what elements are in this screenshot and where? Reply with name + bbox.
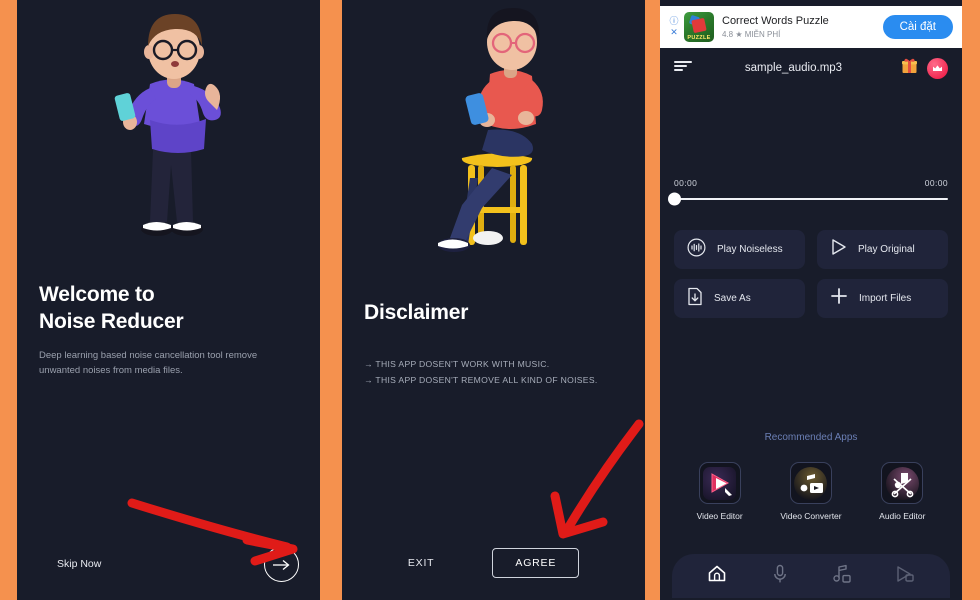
video-icon — [895, 565, 915, 588]
import-files-button[interactable]: Import Files — [817, 279, 948, 318]
player-panel: ⓘ ✕ PUZZLE Correct Words Puzzle 4.8 ★ MI… — [660, 0, 962, 600]
disclaimer-panel: Disclaimer → THIS APP DOSEN'T WORK WITH … — [342, 0, 645, 600]
ad-rating: 4.8 — [722, 30, 734, 40]
nav-item-record[interactable] — [760, 561, 800, 591]
welcome-illustration — [17, 0, 320, 275]
app-label: Video Editor — [696, 511, 743, 521]
next-circle-button[interactable] — [264, 547, 299, 582]
audio-file-name: sample_audio.mp3 — [744, 62, 843, 74]
music-note-icon — [832, 564, 852, 589]
ad-text-block: Correct Words Puzzle 4.8 ★ MIỄN PHÍ — [722, 15, 883, 39]
screenshot-stage: Welcome to Noise Reducer Deep learning b… — [0, 0, 980, 600]
gift-icon[interactable] — [901, 57, 918, 79]
page-title: Disclaimer — [364, 301, 469, 324]
disclaimer-line: → THIS APP DOSEN'T REMOVE ALL KIND OF NO… — [364, 374, 598, 385]
bottom-navigation-bar — [672, 554, 950, 598]
welcome-subtitle: Deep learning based noise cancellation t… — [39, 349, 258, 376]
recommended-app-video-converter[interactable]: Video Converter — [772, 462, 850, 521]
audio-editor-app-icon — [885, 466, 919, 500]
file-download-icon — [687, 287, 703, 311]
agree-button[interactable]: AGREE — [492, 548, 580, 578]
microphone-icon — [772, 564, 788, 589]
play-original-button[interactable]: Play Original — [817, 230, 948, 269]
arrow-to-agree-button — [550, 419, 644, 539]
skip-now-button[interactable]: Skip Now — [57, 558, 101, 570]
exit-button[interactable]: EXIT — [408, 557, 435, 569]
play-triangle-icon — [830, 238, 847, 261]
onboarding-welcome-panel: Welcome to Noise Reducer Deep learning b… — [17, 0, 320, 600]
nav-item-music[interactable] — [822, 561, 862, 591]
action-label: Play Noiseless — [717, 244, 783, 255]
page-title: Welcome to Noise Reducer — [39, 282, 298, 336]
recommended-app-audio-editor[interactable]: Audio Editor — [863, 462, 941, 521]
welcome-heading-block: Welcome to Noise Reducer Deep learning b… — [39, 282, 298, 378]
app-tile — [698, 462, 741, 504]
current-time: 00:00 — [674, 178, 698, 188]
recommended-apps-heading: Recommended Apps — [764, 432, 858, 443]
app-tile — [789, 462, 832, 504]
disclaimer-illustration — [342, 0, 645, 275]
header-icons — [901, 57, 948, 79]
close-icon[interactable]: ✕ — [670, 28, 678, 37]
ad-icon-text: PUZZLE — [687, 35, 711, 41]
seek-bar-section: 00:00 00:00 — [668, 178, 948, 206]
player-action-grid: Play Noiseless Play Original Save As Imp… — [674, 230, 948, 318]
action-label: Import Files — [859, 293, 912, 304]
info-icon[interactable]: ⓘ — [669, 17, 678, 26]
recommended-app-video-editor[interactable]: Video Editor — [681, 462, 759, 521]
nav-item-home[interactable] — [697, 561, 737, 591]
play-noiseless-button[interactable]: Play Noiseless — [674, 230, 805, 269]
save-as-button[interactable]: Save As — [674, 279, 805, 318]
video-editor-app-icon — [703, 466, 737, 500]
waveform-circle-icon — [687, 238, 706, 262]
ad-price-label: MIỄN PHÍ — [744, 30, 781, 40]
crown-icon — [933, 64, 942, 71]
nav-item-video[interactable] — [885, 561, 925, 591]
ad-meta-icons: ⓘ ✕ — [667, 17, 681, 37]
ad-subline: 4.8 ★ MIỄN PHÍ — [722, 30, 883, 39]
premium-crown-button[interactable] — [927, 57, 948, 79]
plus-icon — [830, 287, 848, 310]
seek-time-labels: 00:00 00:00 — [674, 178, 948, 188]
arrow-right-icon — [272, 559, 291, 571]
video-converter-app-icon — [794, 466, 828, 500]
player-header: sample_audio.mp3 — [660, 54, 962, 82]
ad-banner[interactable]: ⓘ ✕ PUZZLE Correct Words Puzzle 4.8 ★ MI… — [660, 6, 962, 48]
app-label: Video Converter — [780, 511, 842, 521]
seek-slider[interactable] — [668, 192, 948, 206]
recommended-apps-row: Video Editor Video Converter Audio Edito… — [674, 462, 948, 521]
action-label: Play Original — [858, 244, 915, 255]
app-label: Audio Editor — [879, 511, 926, 521]
action-label: Save As — [714, 293, 751, 304]
total-time: 00:00 — [924, 178, 948, 188]
star-icon: ★ — [735, 30, 743, 40]
app-tile — [881, 462, 924, 504]
disclaimer-heading-block: Disclaimer → THIS APP DOSEN'T WORK WITH … — [364, 300, 623, 389]
ad-app-icon: PUZZLE — [684, 12, 714, 42]
title-line-2: Noise Reducer — [39, 309, 184, 333]
seek-thumb[interactable] — [668, 192, 681, 206]
disclaimer-line: → THIS APP DOSEN'T WORK WITH MUSIC. — [364, 358, 550, 369]
disclaimer-list: → THIS APP DOSEN'T WORK WITH MUSIC. → TH… — [364, 357, 623, 389]
home-icon — [707, 564, 727, 588]
disclaimer-actions: EXIT AGREE — [342, 548, 645, 578]
ad-app-name: Correct Words Puzzle — [722, 14, 829, 27]
title-line-1: Welcome to — [39, 283, 155, 306]
ad-install-button[interactable]: Cài đặt — [882, 15, 953, 39]
